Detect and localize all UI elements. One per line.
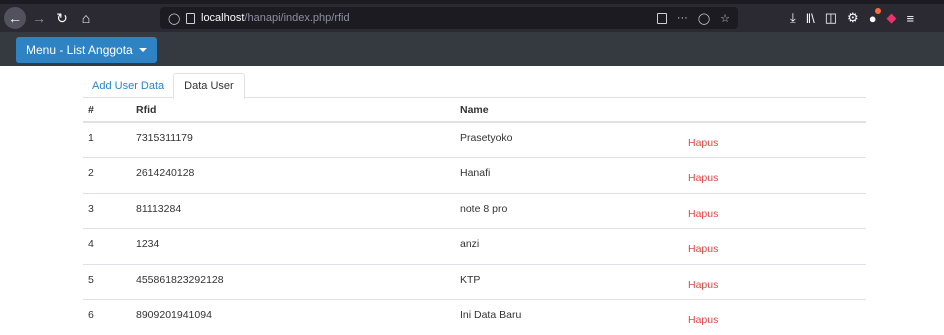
- row-number: 2: [83, 158, 131, 194]
- browser-toolbar: ← → ↻ ⌂ ◯ localhost/hanapi/index.php/rfi…: [0, 4, 944, 32]
- row-rfid: 2614240128: [131, 158, 455, 194]
- row-number: 4: [83, 229, 131, 265]
- sidebar-icon[interactable]: ◫: [825, 10, 837, 26]
- row-number: 3: [83, 193, 131, 229]
- column-header-number: #: [83, 98, 131, 122]
- extension-icon[interactable]: ◆: [887, 10, 897, 26]
- table-row: 3 81113284 note 8 pro Hapus: [83, 193, 866, 229]
- row-number: 6: [83, 300, 131, 335]
- forward-arrow-icon[interactable]: →: [28, 7, 50, 29]
- row-number: 5: [83, 264, 131, 300]
- delete-link[interactable]: Hapus: [683, 122, 866, 158]
- table-row: 1 7315311179 Prasetyoko Hapus: [83, 122, 866, 158]
- shield-icon[interactable]: ◯: [168, 12, 180, 25]
- extension-icon[interactable]: ⚙: [847, 10, 859, 26]
- bookmark-star-icon[interactable]: ☆: [720, 12, 730, 25]
- url-bar[interactable]: ◯ localhost/hanapi/index.php/rfid ··· ◯ …: [160, 7, 738, 29]
- url-path: /hanapi/index.php/rfid: [244, 12, 349, 24]
- menu-dropdown-button[interactable]: Menu - List Anggota: [16, 37, 157, 63]
- row-name: Hanafi: [455, 158, 683, 194]
- delete-link[interactable]: Hapus: [683, 229, 866, 265]
- row-rfid: 8909201941094: [131, 300, 455, 335]
- app-navbar: Menu - List Anggota: [0, 32, 944, 66]
- menu-dropdown-label: Menu - List Anggota: [26, 43, 133, 57]
- reader-view-icon[interactable]: [657, 13, 667, 24]
- tab-data-user[interactable]: Data User: [173, 73, 245, 99]
- row-name: Ini Data Baru: [455, 300, 683, 335]
- delete-link[interactable]: Hapus: [683, 193, 866, 229]
- library-icon[interactable]: ‖\: [806, 11, 815, 26]
- table-row: 6 8909201941094 Ini Data Baru Hapus: [83, 300, 866, 335]
- table-row: 4 1234 anzi Hapus: [83, 229, 866, 265]
- row-rfid: 7315311179: [131, 122, 455, 158]
- main-content: Add User Data Data User # Rfid Name 1 73…: [83, 73, 866, 335]
- page-icon: [186, 13, 195, 24]
- delete-link[interactable]: Hapus: [683, 300, 866, 335]
- tab-add-user-data[interactable]: Add User Data: [83, 73, 173, 98]
- row-rfid: 1234: [131, 229, 455, 265]
- column-header-action: [683, 98, 866, 122]
- pocket-icon[interactable]: ◯: [698, 12, 710, 25]
- row-number: 1: [83, 122, 131, 158]
- back-arrow-icon[interactable]: ←: [4, 7, 26, 29]
- tab-bar: Add User Data Data User: [83, 73, 866, 98]
- column-header-rfid: Rfid: [131, 98, 455, 122]
- home-icon[interactable]: ⌂: [75, 7, 97, 29]
- delete-link[interactable]: Hapus: [683, 158, 866, 194]
- row-name: anzi: [455, 229, 683, 265]
- chevron-down-icon: [139, 48, 147, 52]
- reload-icon[interactable]: ↻: [51, 7, 73, 29]
- column-header-name: Name: [455, 98, 683, 122]
- download-icon[interactable]: ⤓: [790, 10, 796, 26]
- table-row: 2 2614240128 Hanafi Hapus: [83, 158, 866, 194]
- row-name: note 8 pro: [455, 193, 683, 229]
- toolbar-right: ⤓ ‖\ ◫ ⚙ ● ◆ ≡: [790, 7, 914, 29]
- menu-icon[interactable]: ≡: [907, 11, 915, 26]
- row-name: Prasetyoko: [455, 122, 683, 158]
- more-icon[interactable]: ···: [677, 12, 688, 24]
- delete-link[interactable]: Hapus: [683, 264, 866, 300]
- user-table: # Rfid Name 1 7315311179 Prasetyoko Hapu…: [83, 98, 866, 335]
- row-rfid: 455861823292128: [131, 264, 455, 300]
- url-host: localhost: [201, 12, 244, 24]
- row-rfid: 81113284: [131, 193, 455, 229]
- extension-icon[interactable]: ●: [869, 11, 877, 26]
- row-name: KTP: [455, 264, 683, 300]
- table-row: 5 455861823292128 KTP Hapus: [83, 264, 866, 300]
- table-header-row: # Rfid Name: [83, 98, 866, 122]
